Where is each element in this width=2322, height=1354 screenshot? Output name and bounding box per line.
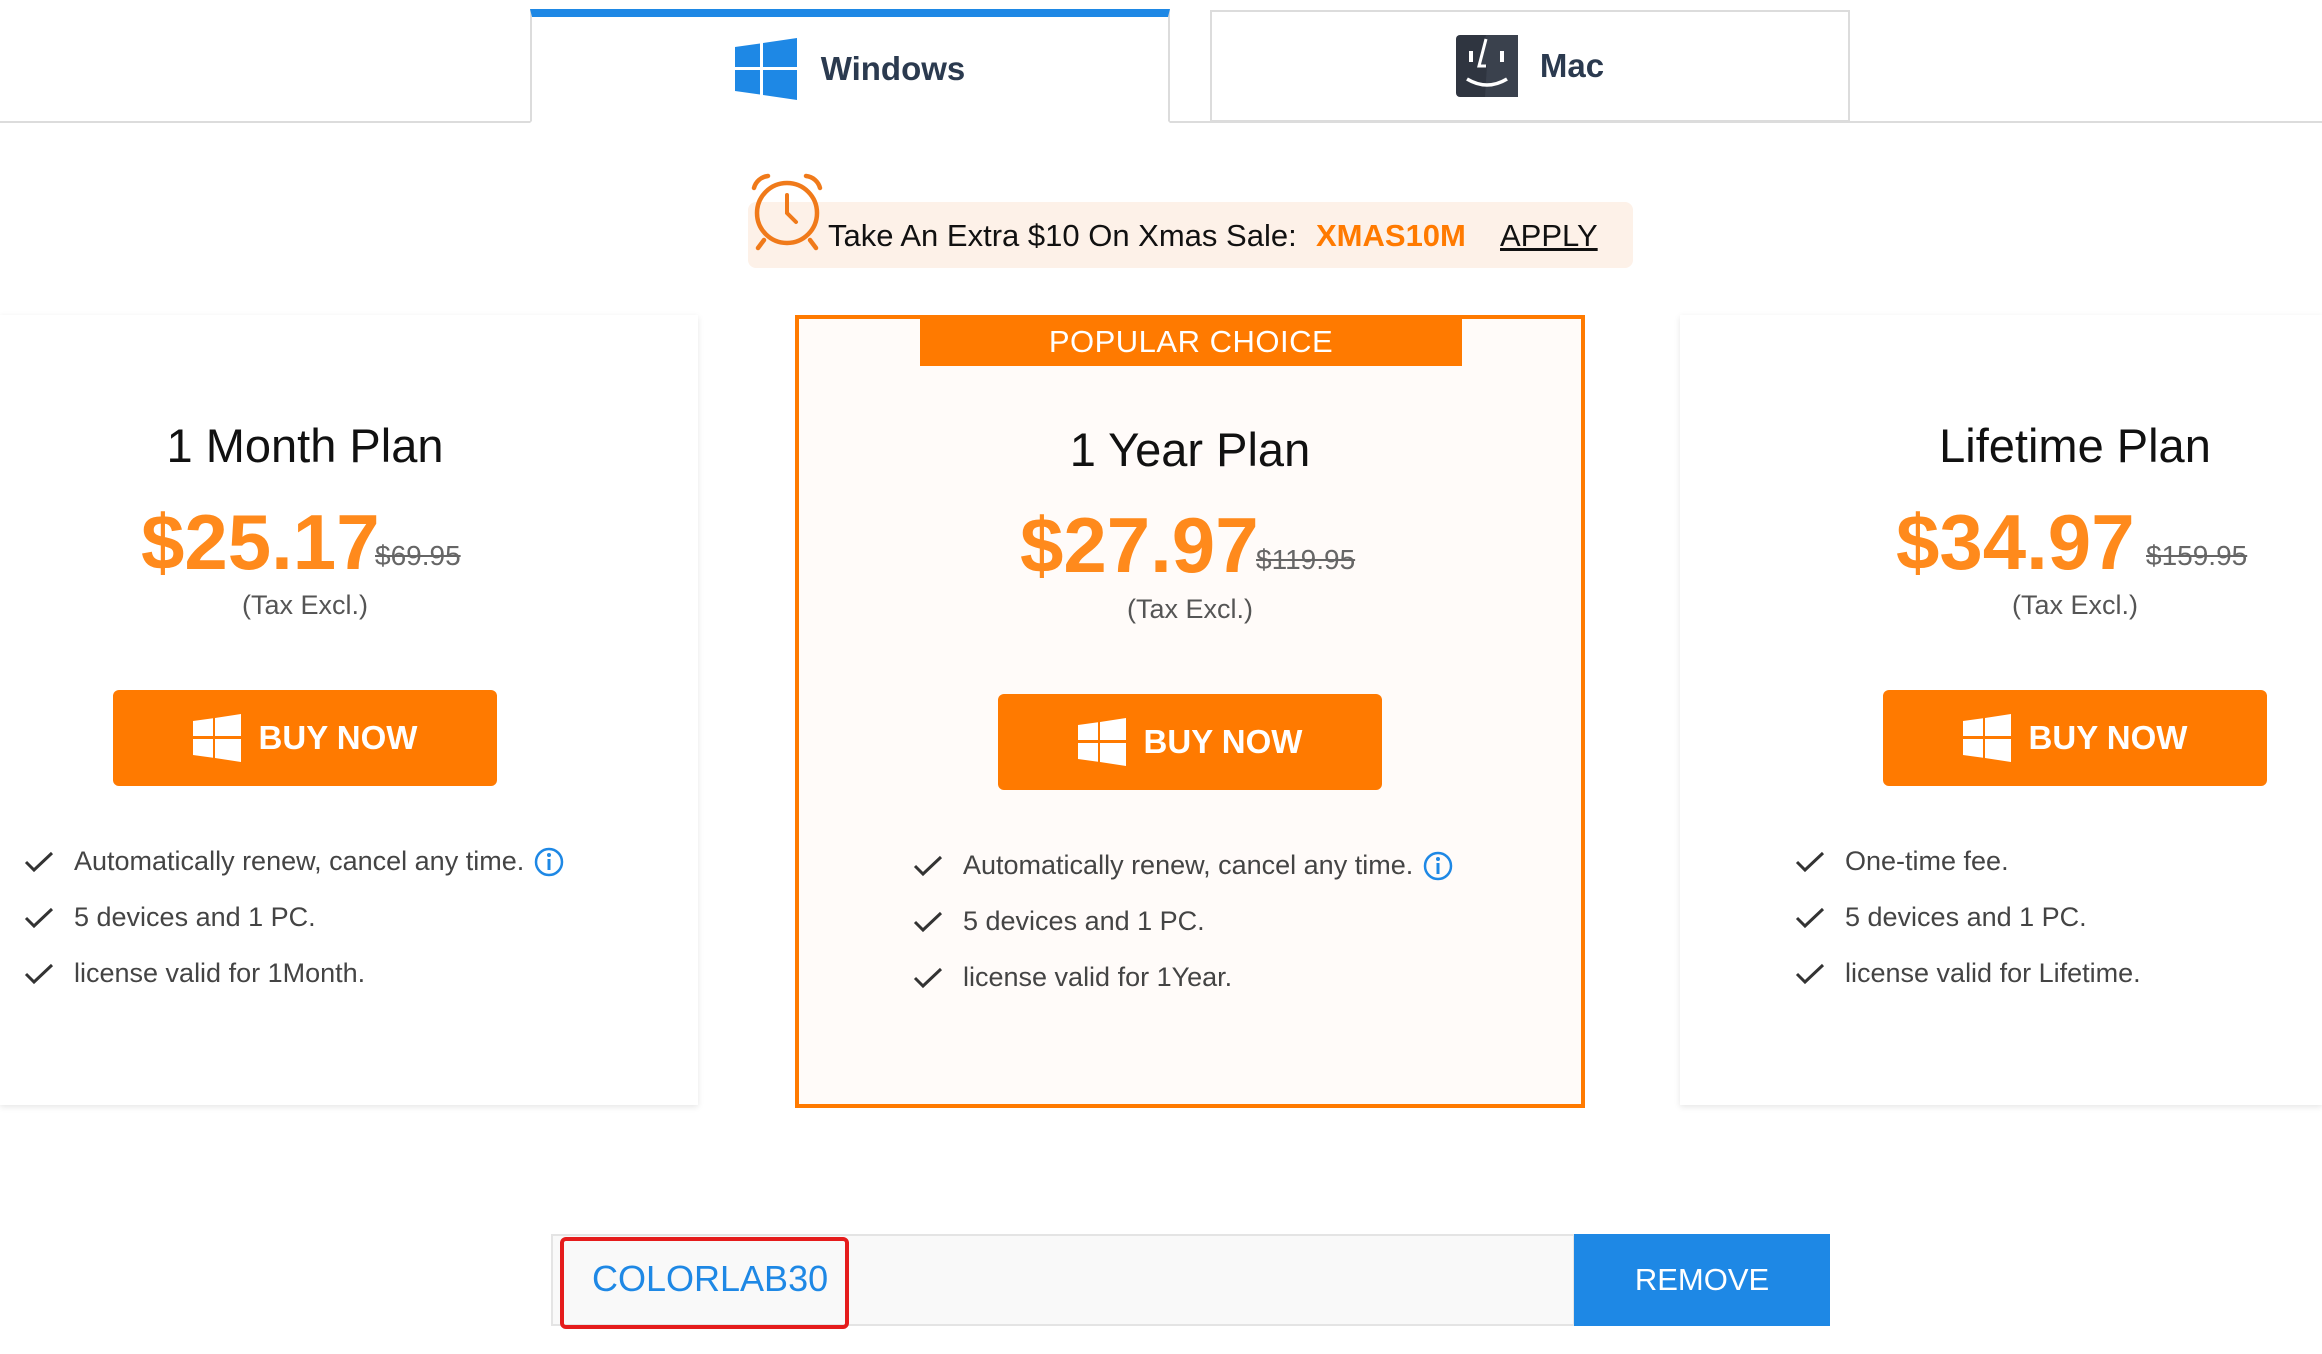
windows-icon: [1077, 718, 1126, 766]
feature-item: One-time fee.: [1795, 846, 2009, 877]
info-icon[interactable]: [534, 847, 564, 877]
promo-code: XMAS10M: [1316, 218, 1466, 253]
check-icon: [913, 911, 943, 932]
feature-item: Automatically renew, cancel any time.: [24, 846, 564, 877]
plan-price: $34.97: [1896, 498, 2135, 586]
check-icon: [913, 967, 943, 988]
remove-coupon-button[interactable]: REMOVE: [1574, 1234, 1830, 1326]
buy-now-button-lifetime[interactable]: BUY NOW: [1883, 690, 2267, 786]
plan-original-price: $119.95: [1256, 544, 1356, 575]
tab-windows[interactable]: Windows: [530, 9, 1170, 123]
feature-item: 5 devices and 1 PC.: [1795, 902, 2087, 933]
plan-title: Lifetime Plan: [1939, 419, 2211, 472]
tab-mac-label: Mac: [1539, 47, 1605, 84]
windows-icon: [734, 38, 797, 100]
check-icon: [24, 851, 54, 872]
feature-item: license valid for 1Year.: [913, 962, 1232, 993]
plan-original-price: $159.95: [2146, 540, 2248, 571]
plan-original-price: $69.95: [375, 540, 461, 571]
feature-item: 5 devices and 1 PC.: [24, 902, 316, 933]
tax-note: (Tax Excl.): [1126, 594, 1253, 624]
check-icon: [1795, 907, 1825, 928]
plan-title: 1 Year Plan: [1069, 423, 1311, 476]
check-icon: [913, 855, 943, 876]
buy-now-button-1-year[interactable]: BUY NOW: [998, 694, 1382, 790]
promo-apply-link[interactable]: APPLY: [1500, 218, 1598, 254]
feature-item: license valid for Lifetime.: [1795, 958, 2141, 989]
buy-now-label: BUY NOW: [2028, 719, 2188, 756]
plan-price: $25.17: [141, 498, 380, 586]
feature-item: 5 devices and 1 PC.: [913, 906, 1205, 937]
pricing-page: Windows Mac Take An Extra $10 On Xmas Sa…: [0, 0, 2322, 1354]
popular-choice-ribbon: POPULAR CHOICE: [920, 318, 1462, 366]
check-icon: [24, 907, 54, 928]
buy-now-label: BUY NOW: [258, 719, 418, 756]
feature-item: license valid for 1Month.: [24, 958, 365, 989]
coupon-highlight-box: [560, 1237, 849, 1329]
feature-item: Automatically renew, cancel any time.: [913, 850, 1453, 881]
mac-finder-icon: [1455, 35, 1518, 97]
tax-note: (Tax Excl.): [2011, 590, 2138, 620]
tab-windows-label: Windows: [820, 50, 966, 87]
windows-icon: [1962, 714, 2011, 762]
plan-title: 1 Month Plan: [166, 419, 444, 472]
alarm-clock-icon: [751, 173, 823, 251]
tax-note: (Tax Excl.): [241, 590, 368, 620]
check-icon: [1795, 851, 1825, 872]
check-icon: [24, 963, 54, 984]
check-icon: [1795, 963, 1825, 984]
buy-now-label: BUY NOW: [1143, 723, 1303, 760]
tab-mac[interactable]: Mac: [1210, 10, 1850, 122]
windows-icon: [192, 714, 241, 762]
plan-price: $27.97: [1020, 501, 1259, 589]
buy-now-button-1-month[interactable]: BUY NOW: [113, 690, 497, 786]
info-icon[interactable]: [1423, 851, 1453, 881]
promo-text: Take An Extra $10 On Xmas Sale:: [828, 218, 1297, 253]
